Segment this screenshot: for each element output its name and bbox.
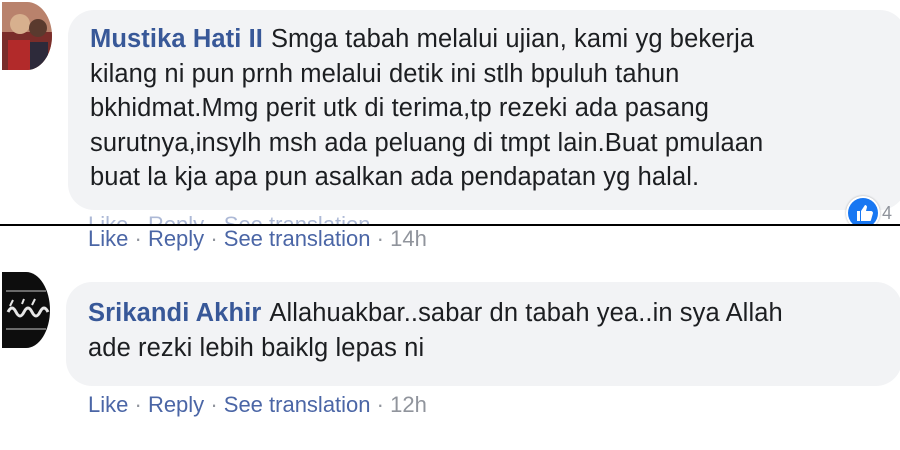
separator: · xyxy=(210,226,218,251)
like-thumb-icon xyxy=(848,198,878,224)
comment-line: ade rezki lebih baiklg lepas ni xyxy=(88,333,425,362)
comment-line: bkhidmat.Mmg perit utk di terima,tp reze… xyxy=(90,94,710,122)
comment-author[interactable]: Srikandi Akhir xyxy=(88,299,261,327)
comment-actions: Like · Reply · See translation · 14h xyxy=(88,226,427,252)
timestamp[interactable]: 14h xyxy=(390,226,427,251)
like-link[interactable]: Like xyxy=(88,226,128,251)
separator: · xyxy=(210,212,217,224)
comment-line: Mustika Hati II Smga tabah melalui ujian,… xyxy=(90,22,884,57)
reaction-count: 4 xyxy=(882,203,893,223)
avatar[interactable] xyxy=(2,272,50,348)
see-translation-link[interactable]: See translation xyxy=(224,226,371,251)
reaction-badge[interactable] xyxy=(846,196,880,224)
comment-line: Srikandi Akhir Allahuakbar..sabar dn taba… xyxy=(88,296,880,331)
comment-line: buat la kja apa pun asalkan ada pendapat… xyxy=(90,163,700,191)
clipped-actions-row: Like · Reply · See translation xyxy=(88,212,371,224)
comment-bubble: Mustika Hati II Smga tabah melalui ujian,… xyxy=(68,10,900,210)
timestamp[interactable]: 12h xyxy=(390,392,427,417)
separator: · xyxy=(134,212,141,224)
separator: · xyxy=(134,226,142,251)
comment-line: surutnya,insylh msh ada peluang di tmpt … xyxy=(90,128,764,157)
comment-line: kilang ni pun prnh melalui detik ini stl… xyxy=(90,59,680,88)
comment-actions: Like · Reply · See translation · 12h xyxy=(88,392,427,418)
see-translation-link[interactable]: See translation xyxy=(224,212,371,224)
reply-link[interactable]: Reply xyxy=(148,392,204,417)
comment-text: Smga tabah melalui ujian, kami yg bekerj… xyxy=(270,25,755,53)
like-link[interactable]: Like xyxy=(88,392,128,417)
comment-author[interactable]: Mustika Hati II xyxy=(90,25,263,53)
see-translation-link[interactable]: See translation xyxy=(224,392,371,417)
comment-panel-2: Like · Reply · See translation · 14h Sri… xyxy=(0,226,900,450)
avatar[interactable] xyxy=(2,2,52,70)
separator: · xyxy=(134,392,142,417)
comment-panel-1: Mustika Hati II Smga tabah melalui ujian,… xyxy=(0,0,900,224)
like-link[interactable]: Like xyxy=(88,212,128,224)
separator: · xyxy=(210,392,218,417)
separator: · xyxy=(376,226,384,251)
reply-link[interactable]: Reply xyxy=(148,226,204,251)
comment-bubble: Srikandi Akhir Allahuakbar..sabar dn taba… xyxy=(66,282,900,386)
comment-text: Allahuakbar..sabar dn tabah yea..in sya … xyxy=(269,299,783,327)
reply-link[interactable]: Reply xyxy=(148,212,204,224)
separator: · xyxy=(376,392,384,417)
